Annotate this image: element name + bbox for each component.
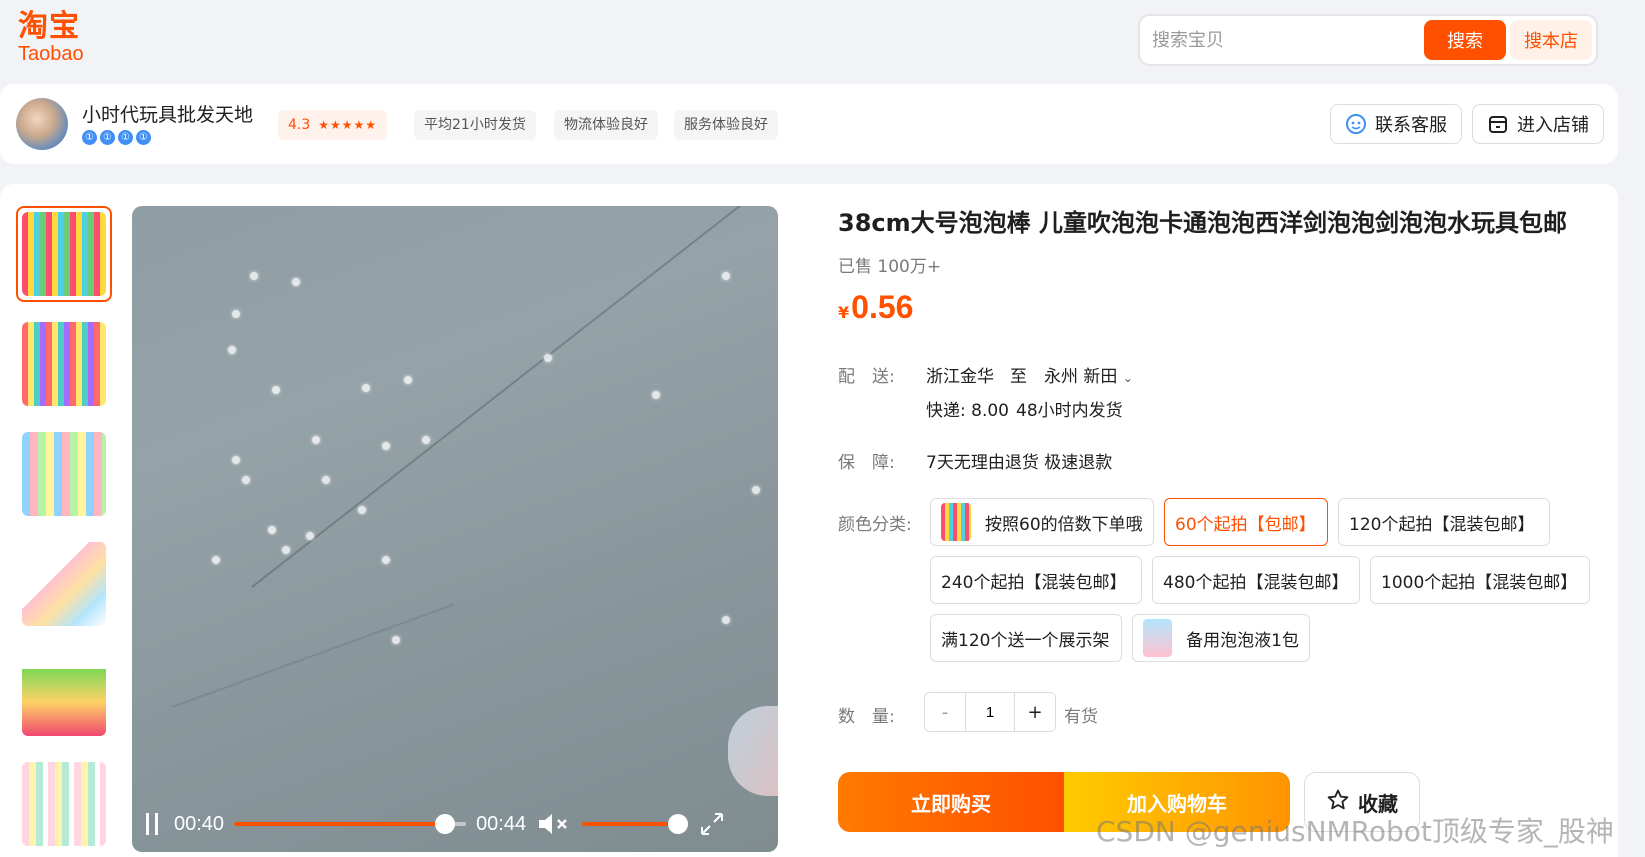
- level-crown-icon: ①: [100, 130, 115, 145]
- enter-shop-button[interactable]: 进入店铺: [1472, 104, 1604, 144]
- pause-icon[interactable]: [146, 813, 164, 835]
- search-box: 搜索 搜本店: [1138, 14, 1598, 66]
- fullscreen-icon[interactable]: [698, 810, 726, 838]
- level-crown-icon: ①: [82, 130, 97, 145]
- quantity-label: 数 量:: [838, 707, 895, 727]
- sku-label: 按照60的倍数下单哦: [985, 514, 1143, 535]
- sku-label: 120个起拍【混装包邮】: [1349, 514, 1535, 535]
- product-info: 38cm大号泡泡棒 儿童吹泡泡卡通泡泡西洋剑泡泡剑泡泡水玩具包邮 已售 100万…: [838, 206, 1598, 326]
- quantity-input[interactable]: [965, 693, 1015, 731]
- stock-status: 有货: [1064, 707, 1098, 727]
- shop-tag-service: 服务体验良好: [674, 110, 778, 140]
- guarantee-text: 7天无理由退货 极速退款: [926, 453, 1113, 473]
- sku-label: 1000个起拍【混装包邮】: [1381, 572, 1578, 593]
- thumbnail-item[interactable]: [16, 536, 112, 632]
- search-button[interactable]: 搜索: [1424, 20, 1506, 60]
- level-crown-icon: ①: [136, 130, 151, 145]
- mute-icon[interactable]: [536, 809, 572, 839]
- delivery-from: 浙江金华: [926, 367, 994, 387]
- sku-option[interactable]: 120个起拍【混装包邮】: [1338, 498, 1550, 546]
- color-label: 颜色分类:: [838, 515, 912, 535]
- sku-option[interactable]: 备用泡泡液1包: [1132, 614, 1310, 662]
- watermark-text: CSDN @geniusNMRobot顶级专家_股神: [1096, 815, 1614, 848]
- chevron-down-icon: ⌄: [1122, 371, 1133, 385]
- volume-slider[interactable]: [582, 814, 689, 834]
- shop-rating-tag: 4.3 ★★★★★: [278, 110, 388, 140]
- delivery-destination[interactable]: 永州 新田 ⌄: [1044, 362, 1133, 387]
- delivery-destination-label: 永州 新田: [1044, 367, 1118, 387]
- price-value: 0.56: [851, 289, 914, 325]
- sku-thumbnail: [941, 503, 971, 541]
- taobao-logo[interactable]: 淘宝 Taobao: [18, 10, 98, 68]
- store-icon: [1487, 113, 1509, 135]
- sku-label: 480个起拍【混装包邮】: [1163, 572, 1349, 593]
- sku-label: 240个起拍【混装包邮】: [941, 572, 1127, 593]
- video-progress-bar[interactable]: [234, 814, 467, 834]
- video-controls: 00:40 00:44: [132, 796, 778, 852]
- sku-label: 满120个送一个展示架: [941, 630, 1110, 651]
- search-input[interactable]: [1144, 21, 1424, 59]
- sku-label: 60个起拍【包邮】: [1175, 514, 1316, 535]
- sku-option[interactable]: 1000个起拍【混装包邮】: [1370, 556, 1590, 604]
- shop-avatar[interactable]: [16, 98, 68, 150]
- delivery-to-word: 至: [1010, 367, 1027, 387]
- express-fee: 快递: 8.00: [926, 401, 1009, 421]
- product-price: ¥ 0.56: [838, 289, 1598, 326]
- chat-face-icon: [1345, 113, 1367, 135]
- shop-level-badges: ① ① ① ①: [82, 130, 151, 145]
- quantity-plus-button[interactable]: +: [1015, 693, 1055, 731]
- level-crown-icon: ①: [118, 130, 133, 145]
- thumbnail-item[interactable]: [16, 206, 112, 302]
- thumbnail-list: [16, 206, 112, 857]
- sku-option[interactable]: 240个起拍【混装包邮】: [930, 556, 1142, 604]
- contact-service-label: 联系客服: [1375, 115, 1447, 136]
- logo-cn: 淘宝: [18, 9, 80, 44]
- thumbnail-item[interactable]: [16, 646, 112, 742]
- shop-rating-value: 4.3: [288, 117, 311, 133]
- product-video[interactable]: 00:40 00:44: [132, 206, 778, 852]
- contact-service-button[interactable]: 联系客服: [1330, 104, 1462, 144]
- video-current-time: 00:40: [174, 812, 225, 835]
- enter-shop-label: 进入店铺: [1517, 115, 1589, 136]
- delivery-label: 配 送:: [838, 367, 895, 387]
- sku-label: 备用泡泡液1包: [1186, 630, 1299, 651]
- product-title: 38cm大号泡泡棒 儿童吹泡泡卡通泡泡西洋剑泡泡剑泡泡水玩具包邮: [838, 209, 1567, 237]
- guarantee-label: 保 障:: [838, 453, 895, 473]
- thumbnail-item[interactable]: [16, 756, 112, 852]
- sku-option-selected[interactable]: 60个起拍【包邮】: [1164, 498, 1328, 546]
- ship-time: 48小时内发货: [1016, 401, 1123, 421]
- sku-option[interactable]: 按照60的倍数下单哦: [930, 498, 1154, 546]
- sku-option[interactable]: 满120个送一个展示架: [930, 614, 1122, 662]
- sku-thumbnail: [1143, 619, 1173, 657]
- currency-symbol: ¥: [838, 303, 850, 322]
- shop-tag-logistics: 物流体验良好: [554, 110, 658, 140]
- thumbnail-item[interactable]: [16, 426, 112, 522]
- sold-count: 已售 100万+: [838, 257, 942, 277]
- video-duration: 00:44: [476, 812, 527, 835]
- logo-en: Taobao: [18, 43, 84, 65]
- shop-name[interactable]: 小时代玩具批发天地: [82, 100, 253, 127]
- thumbnail-item[interactable]: [16, 316, 112, 412]
- quantity-minus-button[interactable]: -: [925, 693, 965, 731]
- search-shop-button[interactable]: 搜本店: [1510, 20, 1592, 60]
- sku-option[interactable]: 480个起拍【混装包邮】: [1152, 556, 1360, 604]
- star-rating-icon: ★★★★★: [318, 118, 378, 132]
- quantity-stepper: - +: [924, 692, 1056, 732]
- buy-now-button[interactable]: 立即购买: [838, 772, 1064, 832]
- shop-tag-shipping: 平均21小时发货: [414, 110, 536, 140]
- shop-bar: 小时代玩具批发天地 ① ① ① ① 4.3 ★★★★★ 平均21小时发货 物流体…: [0, 84, 1618, 164]
